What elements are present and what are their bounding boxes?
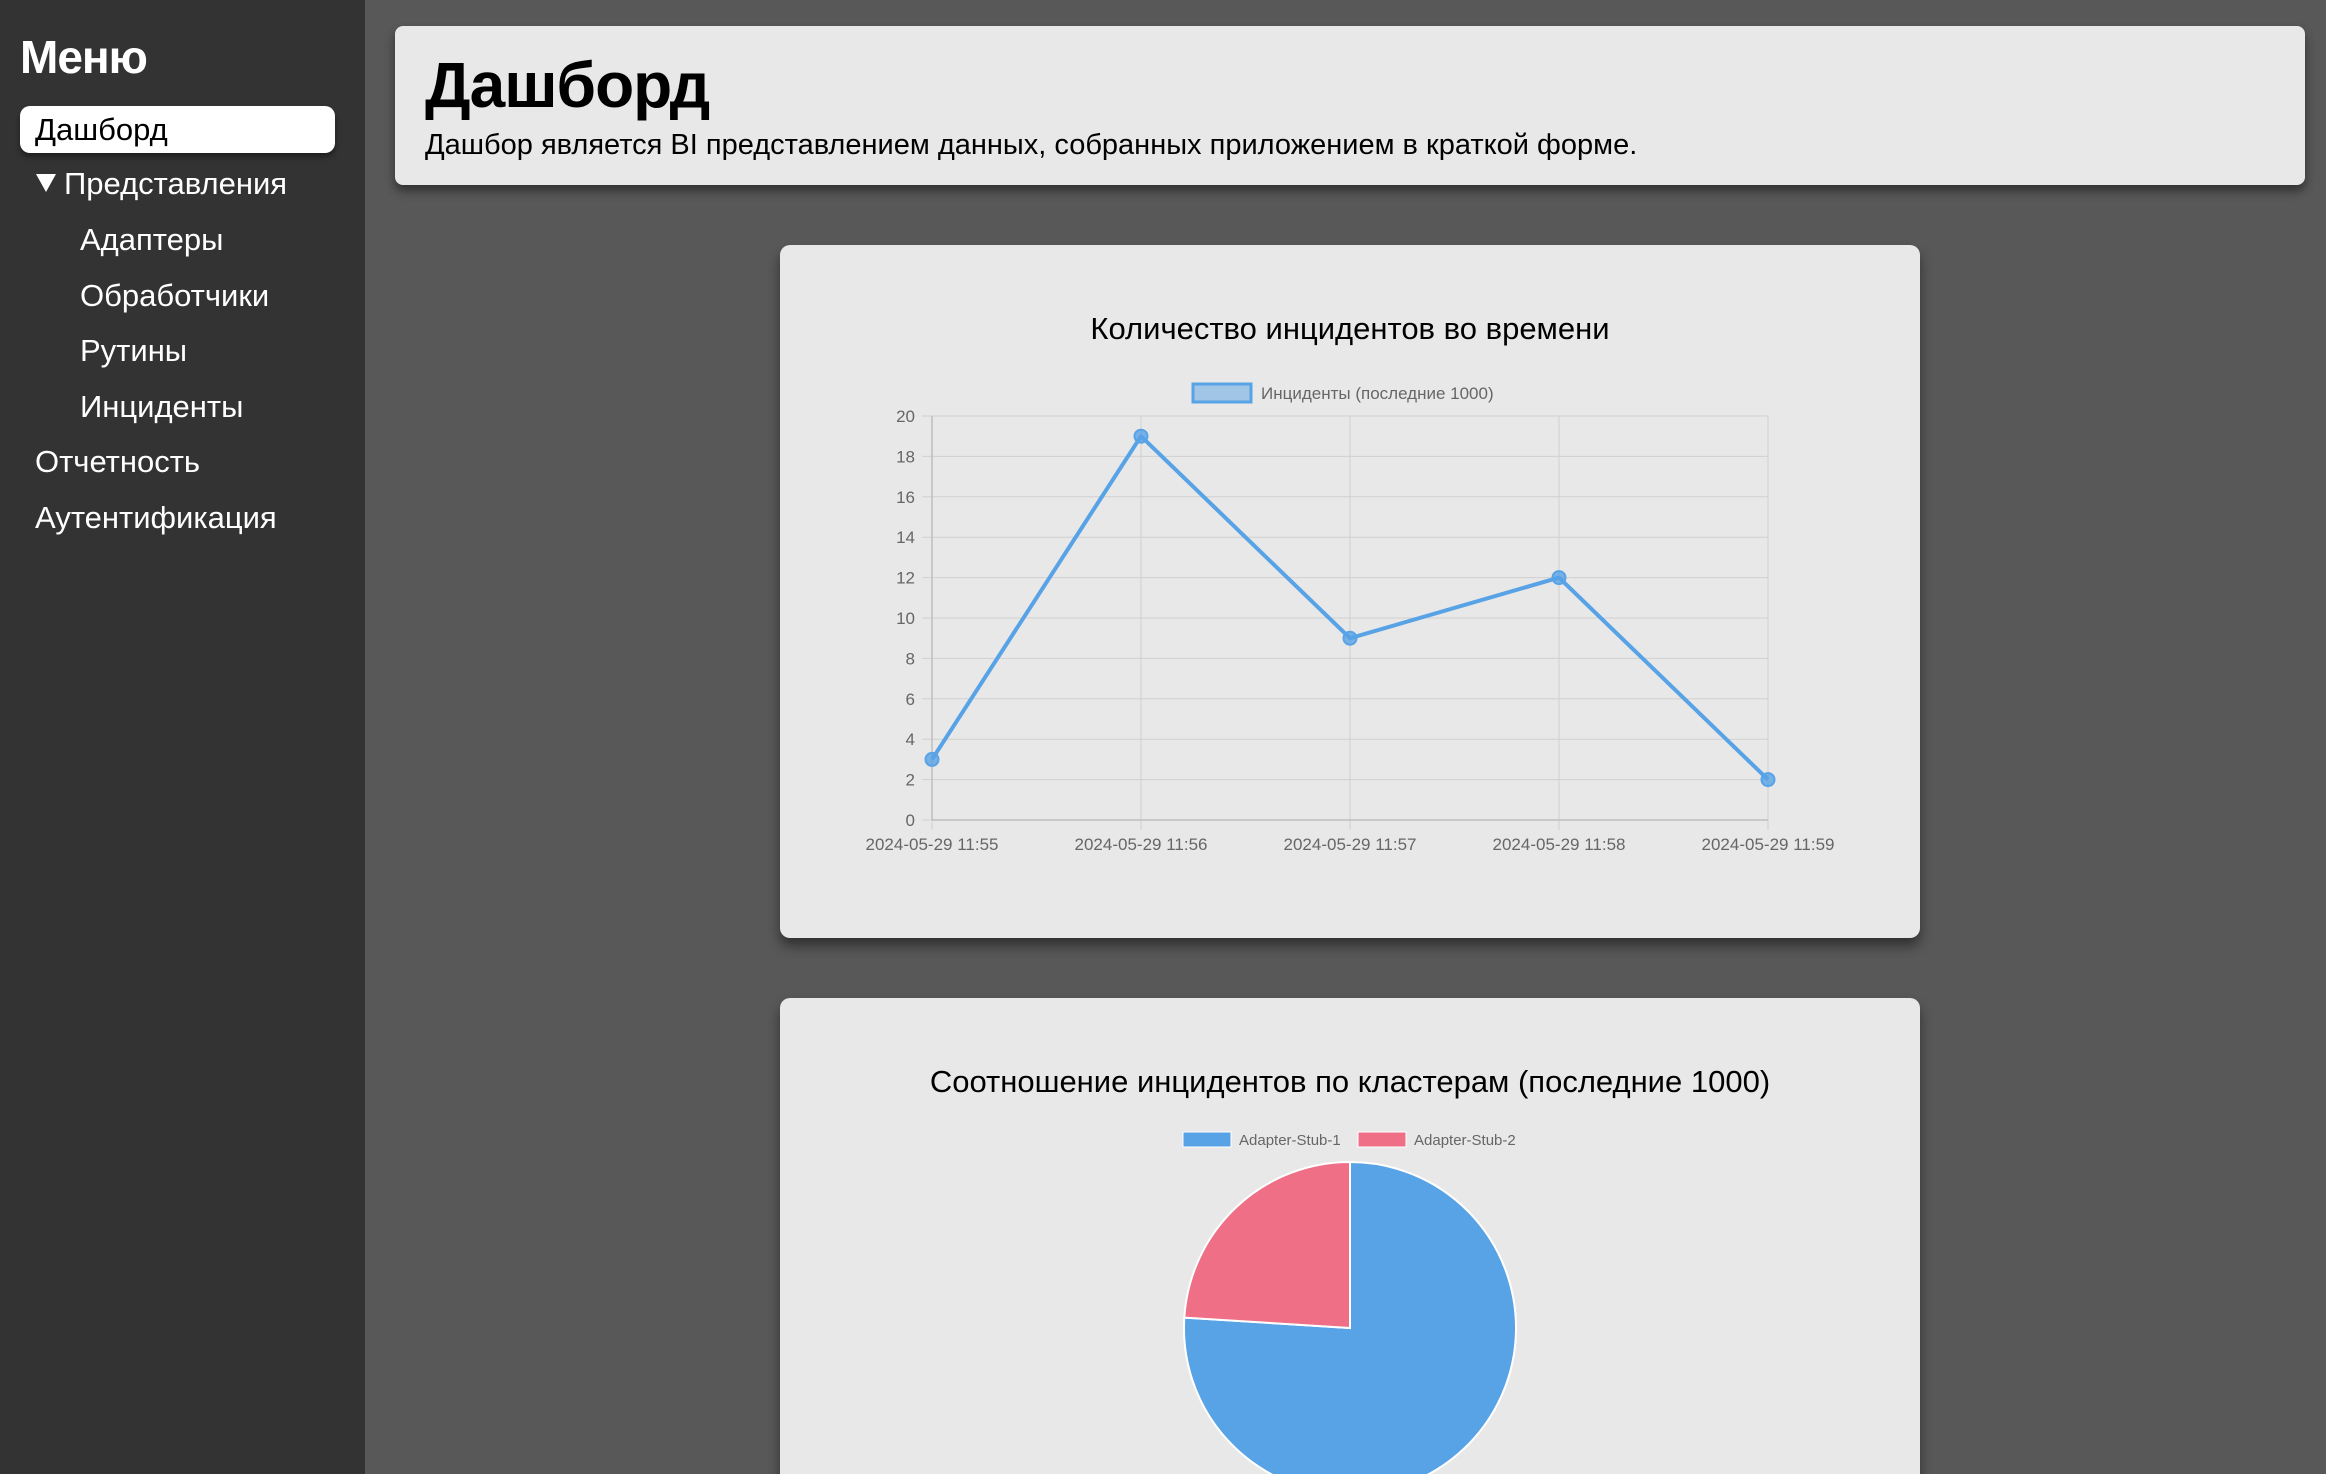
header-card: Дашборд Дашбор является BI представление… <box>395 26 2305 185</box>
line-chart-card: Количество инцидентов во времени Инциден… <box>780 245 1920 938</box>
y-tick-label: 2 <box>906 771 915 790</box>
x-tick-label: 2024-05-29 11:55 <box>866 835 999 854</box>
data-point <box>1342 630 1358 646</box>
data-point <box>924 751 940 767</box>
data-point <box>1551 570 1567 586</box>
pie-chart: Adapter-Stub-1 Adapter-Stub-2 <box>1182 1131 1517 1474</box>
y-tick-label: 4 <box>906 730 915 749</box>
sidebar-item-adapters[interactable]: Адаптеры <box>80 222 223 258</box>
y-tick-label: 20 <box>896 407 915 426</box>
x-tick-label: 2024-05-29 11:59 <box>1702 835 1835 854</box>
legend-swatch <box>1191 382 1253 404</box>
menu-title: Меню <box>20 31 148 83</box>
y-tick-label: 14 <box>896 528 915 547</box>
sidebar-item-dashboard[interactable]: Дашборд <box>20 106 335 153</box>
pie-chart-card: Соотношение инцидентов по кластерам (пос… <box>780 998 1920 1474</box>
sidebar-item-authentication[interactable]: Аутентификация <box>35 500 277 536</box>
y-tick-label: 16 <box>896 488 915 507</box>
legend-swatch <box>1357 1131 1407 1148</box>
y-tick-label: 0 <box>906 811 915 830</box>
legend-swatch <box>1182 1131 1232 1148</box>
page-title: Дашборд <box>425 49 710 121</box>
x-tick-label: 2024-05-29 11:56 <box>1075 835 1208 854</box>
x-tick-label: 2024-05-29 11:57 <box>1284 835 1417 854</box>
data-point <box>1760 772 1776 788</box>
pie-slice <box>1183 1160 1351 1330</box>
triangle-down-icon <box>36 173 56 192</box>
sidebar: Меню Дашборд Представления Адаптеры Обра… <box>0 0 365 1474</box>
legend-label: Adapter-Stub-1 <box>1239 1132 1341 1149</box>
y-tick-label: 8 <box>906 649 915 668</box>
y-tick-label: 12 <box>896 569 915 588</box>
sidebar-item-routines[interactable]: Рутины <box>80 333 187 369</box>
sidebar-item-handlers[interactable]: Обработчики <box>80 278 269 314</box>
data-point <box>1133 428 1149 444</box>
line-chart: Инциденты (последние 1000) 0 2 4 6 8 10 12 14 16 1… <box>866 382 1835 854</box>
sidebar-item-incidents[interactable]: Инциденты <box>80 389 243 425</box>
y-tick-label: 6 <box>906 690 915 709</box>
sidebar-item-reporting[interactable]: Отчетность <box>35 444 200 480</box>
legend-label: Adapter-Stub-2 <box>1414 1132 1516 1149</box>
page-description: Дашбор является BI представлением данных… <box>425 129 1638 161</box>
x-tick-label: 2024-05-29 11:58 <box>1493 835 1626 854</box>
y-tick-label: 10 <box>896 609 915 628</box>
y-tick-label: 18 <box>896 447 915 466</box>
sidebar-item-views[interactable]: Представления <box>36 166 287 202</box>
sidebar-item-label: Представления <box>64 166 288 201</box>
legend-label: Инциденты (последние 1000) <box>1261 384 1494 403</box>
